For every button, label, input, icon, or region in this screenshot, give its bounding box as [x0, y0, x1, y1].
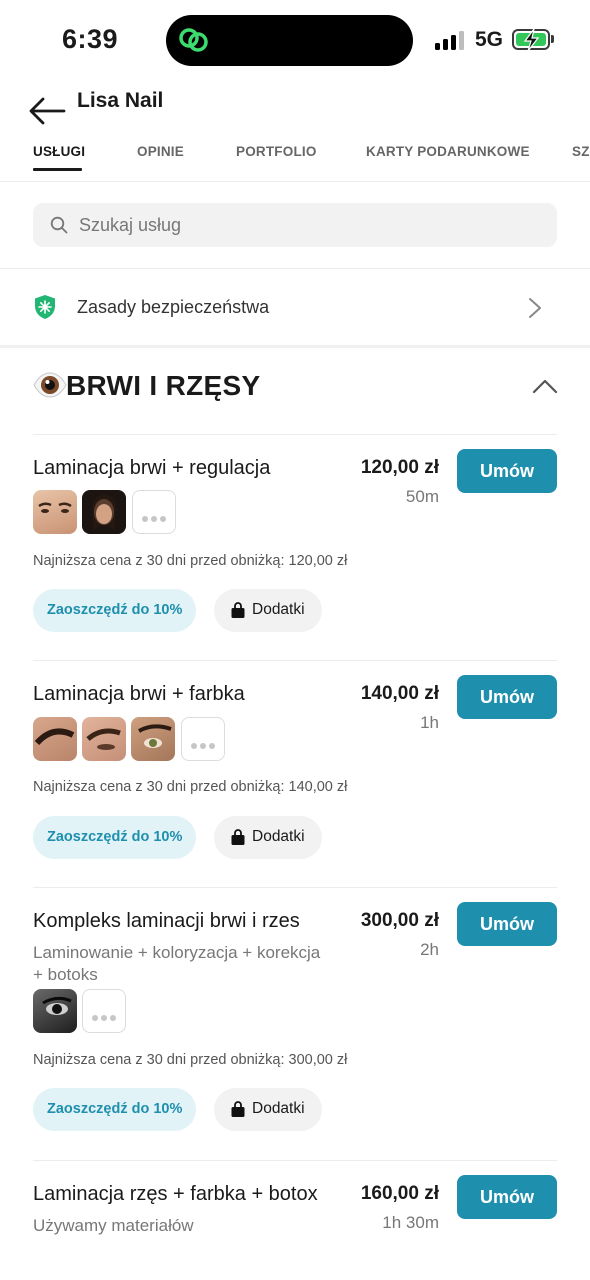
app-link-icon: [179, 28, 208, 52]
active-tab-indicator: [33, 168, 82, 171]
extras-chip[interactable]: Dodatki: [214, 1088, 322, 1131]
photo-thumbnail[interactable]: [33, 490, 77, 534]
service-name: Laminacja rzęs + farbka + botox: [33, 1183, 318, 1205]
status-bar: 6:39 5G: [0, 0, 590, 80]
book-button[interactable]: Umów: [457, 902, 557, 946]
service-name: Laminacja brwi + farbka: [33, 683, 245, 705]
extras-chip[interactable]: Dodatki: [214, 816, 322, 859]
shield-icon: [35, 295, 55, 319]
battery-tip: [551, 35, 554, 43]
service-duration: 2h: [420, 940, 439, 959]
divider: [33, 887, 557, 888]
photo-thumbnail[interactable]: [33, 989, 77, 1033]
extras-label: Dodatki: [252, 601, 305, 618]
service-description: Używamy materiałów: [33, 1216, 194, 1235]
bag-icon: [231, 1101, 245, 1117]
discount-chip[interactable]: Zaoszczędź do 10%: [33, 1088, 197, 1131]
dynamic-island: [166, 15, 413, 66]
lowest-price-note: Najniższa cena z 30 dni przed obniżką: 1…: [33, 553, 348, 569]
photo-thumbnail[interactable]: [82, 490, 126, 534]
photo-thumbnail[interactable]: [82, 717, 126, 761]
service-name: Kompleks laminacji brwi i rzes: [33, 910, 300, 932]
category-title: BRWI I RZĘSY: [66, 370, 261, 401]
more-dots-icon: [191, 736, 218, 754]
book-button[interactable]: Umów: [457, 1175, 557, 1219]
safety-rules-row[interactable]: Zasady bezpieczeństwa: [0, 270, 590, 346]
service-duration: 1h 30m: [382, 1213, 439, 1232]
eye-icon: [33, 371, 67, 404]
bag-icon: [231, 602, 245, 618]
tab-gift-cards[interactable]: KARTY PODARUNKOWE: [366, 144, 530, 159]
divider: [33, 1160, 557, 1161]
lowest-price-note: Najniższa cena z 30 dni przed obniżką: 3…: [33, 1052, 348, 1068]
book-button[interactable]: Umów: [457, 675, 557, 719]
photo-thumbnail[interactable]: [33, 717, 77, 761]
service-name: Laminacja brwi + regulacja: [33, 457, 271, 479]
service-description: Laminowanie + koloryzacja + korekcja + b…: [33, 943, 321, 984]
more-dots-icon: [92, 1008, 119, 1026]
service-price: 160,00 zł: [360, 1183, 439, 1204]
service-duration: 50m: [405, 487, 439, 506]
tab-portfolio[interactable]: PORTFOLIO: [236, 144, 317, 159]
search-icon: [50, 216, 68, 234]
tab-more[interactable]: SZ: [572, 144, 590, 159]
lowest-price-note: Najniższa cena z 30 dni przed obniżką: 1…: [33, 779, 348, 795]
book-button[interactable]: Umów: [457, 449, 557, 493]
more-photos-button[interactable]: [132, 490, 176, 534]
tab-services[interactable]: USŁUGI: [33, 144, 85, 159]
service-price: 120,00 zł: [360, 457, 439, 478]
charging-bolt-icon: [523, 28, 540, 52]
page-title: Lisa Nail: [77, 89, 164, 112]
discount-chip[interactable]: Zaoszczędź do 10%: [33, 589, 197, 632]
bag-icon: [231, 829, 245, 845]
extras-label: Dodatki: [252, 828, 305, 845]
more-photos-button[interactable]: [181, 717, 225, 761]
divider: [33, 660, 557, 661]
more-photos-button[interactable]: [82, 989, 126, 1033]
more-dots-icon: [142, 509, 169, 527]
tab-reviews[interactable]: OPINIE: [137, 144, 184, 159]
extras-label: Dodatki: [252, 1100, 305, 1117]
search-input[interactable]: [79, 203, 539, 247]
divider: [0, 268, 590, 269]
search-bar[interactable]: [33, 203, 557, 247]
status-time: 6:39: [62, 24, 119, 54]
service-price: 140,00 zł: [360, 683, 439, 704]
section-separator: [0, 345, 590, 348]
service-price: 300,00 zł: [360, 910, 439, 931]
network-type: 5G: [475, 28, 504, 51]
chevron-right-icon: [529, 298, 541, 318]
safety-rules-label: Zasady bezpieczeństwa: [77, 297, 270, 317]
discount-chip[interactable]: Zaoszczędź do 10%: [33, 816, 197, 859]
back-arrow-icon[interactable]: [28, 94, 68, 128]
divider: [33, 434, 557, 435]
extras-chip[interactable]: Dodatki: [214, 589, 322, 632]
photo-thumbnail[interactable]: [131, 717, 175, 761]
chevron-up-icon[interactable]: [532, 377, 558, 395]
service-duration: 1h: [420, 713, 439, 732]
tab-bar: USŁUGI OPINIE PORTFOLIO KARTY PODARUNKOW…: [0, 140, 590, 182]
signal-icon: [435, 30, 465, 50]
